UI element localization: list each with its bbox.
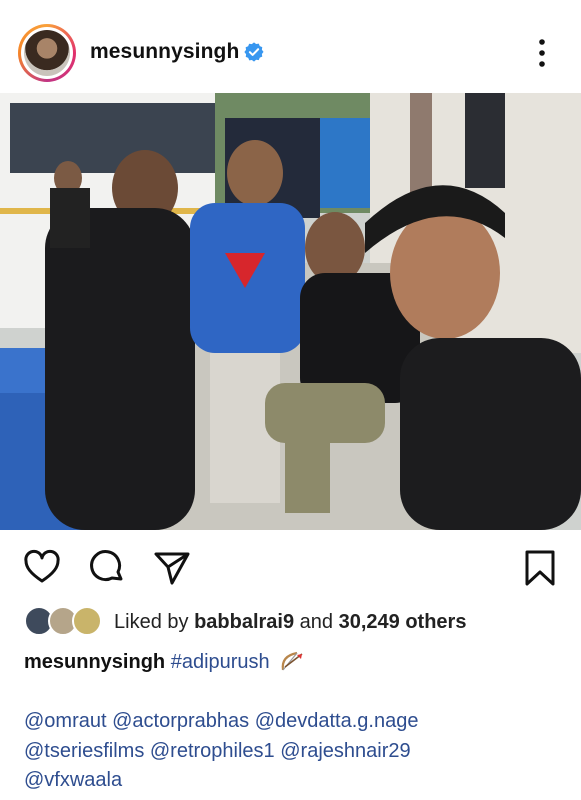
send-icon[interactable] — [152, 548, 192, 588]
liker-avatar[interactable] — [72, 606, 102, 636]
post-actions — [0, 540, 581, 596]
liked-by-user[interactable]: babbalrai9 — [194, 611, 294, 633]
heart-icon[interactable] — [22, 548, 62, 588]
avatar-frame — [21, 27, 73, 79]
verified-badge-icon — [244, 42, 264, 62]
more-vertical-icon[interactable] — [530, 36, 554, 70]
post-username[interactable]: mesunnysingh — [90, 40, 239, 64]
mentions-line[interactable]: @vfxwaala — [24, 766, 418, 796]
post-header: mesunnysingh — [0, 0, 581, 100]
caption-hashtag[interactable]: #adipurush — [171, 651, 270, 673]
story-ring[interactable] — [18, 24, 76, 82]
caption-mentions: @omraut @actorprabhas @devdatta.g.nage @… — [24, 707, 418, 796]
caption: mesunnysingh #adipurush — [24, 650, 305, 674]
caption-username[interactable]: mesunnysingh — [24, 651, 165, 673]
likes-prefix: Liked by — [114, 611, 189, 633]
likes-and: and — [299, 611, 334, 633]
post-photo[interactable] — [0, 93, 581, 530]
bookmark-icon[interactable] — [520, 548, 560, 588]
likes-row: Liked by babbalrai9 and 30,249 others — [24, 604, 564, 642]
likes-count[interactable]: 30,249 others — [339, 611, 467, 633]
mentions-line[interactable]: @omraut @actorprabhas @devdatta.g.nage — [24, 707, 418, 737]
photo-illustration — [0, 93, 581, 530]
likes-summary[interactable]: Liked by babbalrai9 and 30,249 others — [114, 611, 466, 634]
avatar[interactable] — [24, 30, 70, 76]
bow-and-arrow-icon — [281, 651, 303, 671]
mentions-line[interactable]: @tseriesfilms @retrophiles1 @rajeshnair2… — [24, 737, 418, 767]
comment-icon[interactable] — [87, 548, 127, 588]
